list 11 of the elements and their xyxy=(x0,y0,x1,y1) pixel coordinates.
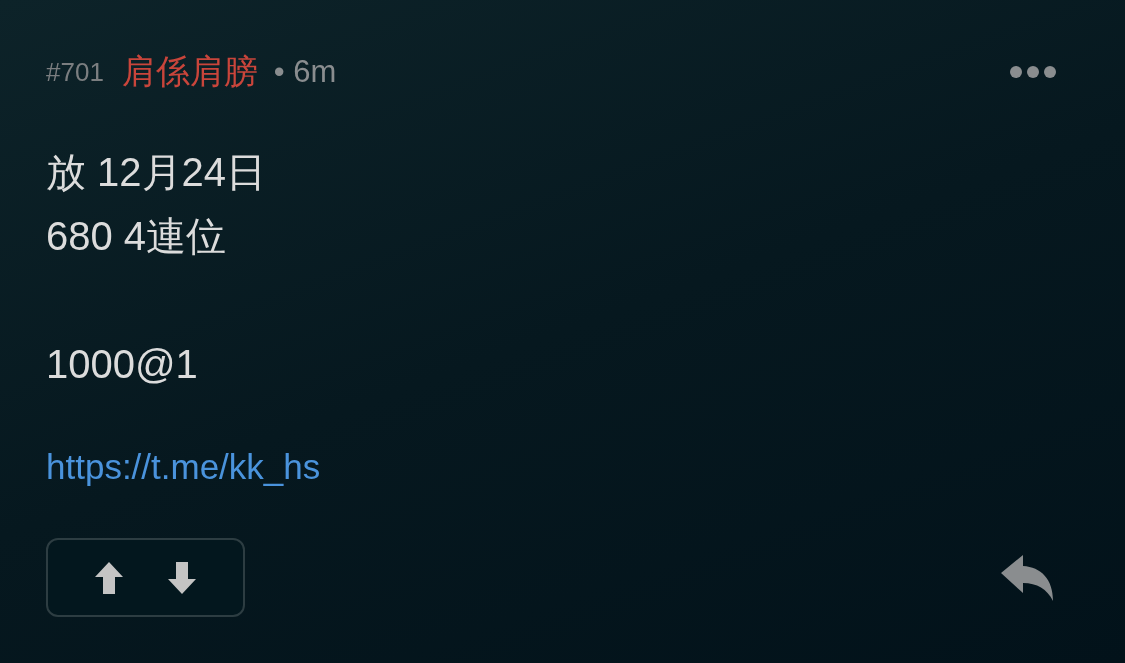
reply-icon[interactable] xyxy=(1001,554,1055,601)
post-text: 1000@1 xyxy=(46,341,198,388)
downvote-icon[interactable] xyxy=(168,561,197,594)
post-text: 680 4連位 xyxy=(46,213,228,260)
post-text: 放 12月24日 xyxy=(46,149,267,196)
upvote-icon[interactable] xyxy=(94,561,123,594)
more-icon[interactable] xyxy=(1009,65,1057,79)
post-link[interactable]: https://t.me/kk_hs xyxy=(46,444,321,490)
author-name[interactable]: 肩係肩膀 xyxy=(121,49,258,95)
post-time: • 6m xyxy=(273,54,337,90)
post-number: #701 xyxy=(46,56,104,88)
